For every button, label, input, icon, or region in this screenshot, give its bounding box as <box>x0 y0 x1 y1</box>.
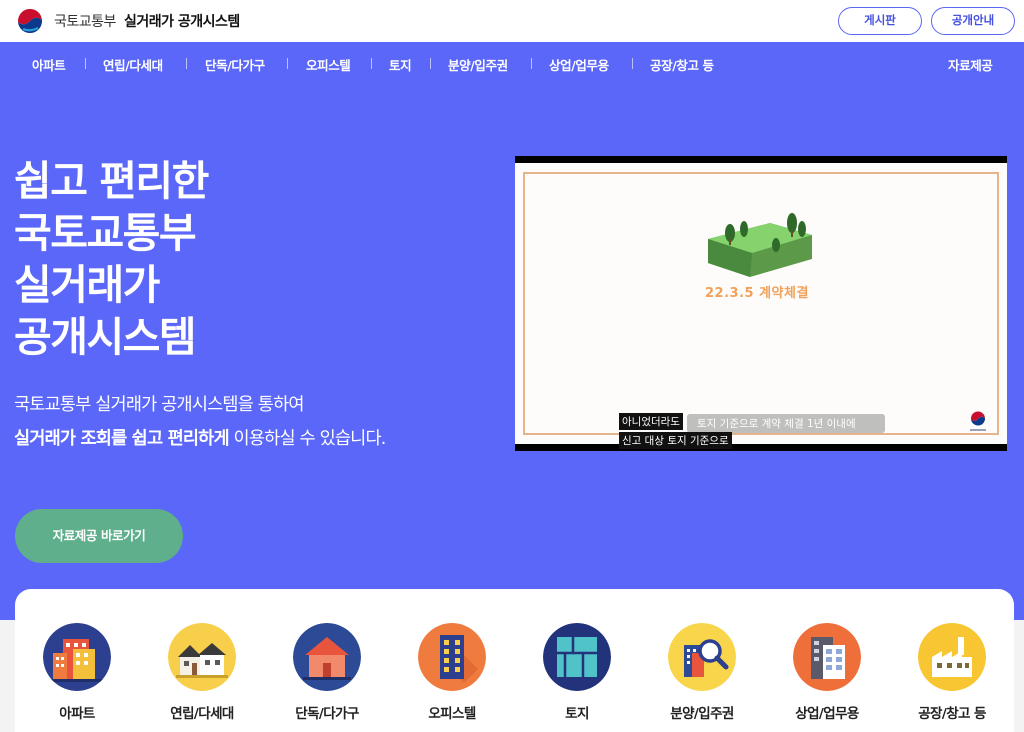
category-row-house[interactable]: 연립/다세대 <box>147 623 257 729</box>
category-label: 공장/창고 등 <box>918 706 986 722</box>
hero-desc-rest: 이용하실 수 있습니다. <box>228 429 387 449</box>
system-name[interactable]: 실거래가 공개시스템 <box>124 11 240 31</box>
hero-desc-line2: 실거래가 조회를 쉽고 편리하게 이용하실 수 있습니다. <box>14 422 386 456</box>
nav-separator <box>430 58 431 69</box>
detached-house-icon <box>293 623 361 691</box>
video-screen[interactable]: 22.3.5 계약체결 토지 기준으로 계약 체결 1년 이내에 아니었더라도 … <box>515 163 1007 449</box>
board-button[interactable]: 게시판 <box>838 7 922 35</box>
land-parcel-illustration <box>708 213 812 277</box>
category-apartment[interactable]: 아파트 <box>22 623 132 729</box>
presale-search-icon <box>668 623 736 691</box>
category-commercial[interactable]: 상업/업무용 <box>772 623 882 729</box>
category-label: 아파트 <box>59 706 95 722</box>
category-land[interactable]: 토지 <box>522 623 632 729</box>
caption-background-text: 토지 기준으로 계약 체결 1년 이내에 <box>697 418 856 430</box>
main-nav: 아파트 연립/다세대 단독/다가구 오피스텔 토지 분양/입주권 상업/업무용 … <box>0 42 1024 84</box>
nav-separator <box>287 58 288 69</box>
row-house-icon <box>168 623 236 691</box>
category-panel: 아파트 연립/다세대 단독/다가구 오피스텔 토지 분양/입주권 상업/업무용 … <box>15 589 1014 732</box>
hero-title-line: 실거래가 <box>14 261 160 309</box>
category-label: 오피스텔 <box>428 706 476 722</box>
category-label: 연립/다세대 <box>170 706 234 722</box>
hero-section: 아파트 연립/다세대 단독/다가구 오피스텔 토지 분양/입주권 상업/업무용 … <box>0 42 1024 620</box>
data-provision-shortcut-button[interactable]: 자료제공 바로가기 <box>15 509 183 563</box>
nav-item-apartment[interactable]: 아파트 <box>32 55 66 74</box>
notice-button[interactable]: 공개안내 <box>931 7 1015 35</box>
category-detached-house[interactable]: 단독/다가구 <box>272 623 382 729</box>
category-officetel[interactable]: 오피스텔 <box>397 623 507 729</box>
nav-separator <box>186 58 187 69</box>
nav-separator <box>632 58 633 69</box>
nav-item-data-provision[interactable]: 자료제공 <box>948 55 993 74</box>
hero-desc-line1: 국토교통부 실거래가 공개시스템을 통하여 <box>14 395 304 415</box>
nav-separator <box>371 58 372 69</box>
promo-video-player[interactable]: 22.3.5 계약체결 토지 기준으로 계약 체결 1년 이내에 아니었더라도 … <box>515 156 1007 451</box>
category-label: 상업/업무용 <box>795 706 859 722</box>
category-label: 토지 <box>565 706 589 722</box>
hero-description: 국토교통부 실거래가 공개시스템을 통하여 실거래가 조회를 쉽고 편리하게 이… <box>14 388 386 456</box>
officetel-icon <box>418 623 486 691</box>
category-factory[interactable]: 공장/창고 등 <box>897 623 1007 729</box>
category-label: 분양/입주권 <box>670 706 734 722</box>
caption-line-2: 신고 대상 토지 기준으로 <box>619 432 732 449</box>
commercial-building-icon <box>793 623 861 691</box>
nav-item-officetel[interactable]: 오피스텔 <box>306 55 351 74</box>
top-header: 국토교통부 실거래가 공개시스템 게시판 공개안내 <box>0 0 1024 42</box>
category-presale[interactable]: 분양/입주권 <box>647 623 757 729</box>
nav-item-commercial[interactable]: 상업/업무용 <box>549 55 609 74</box>
caption-line-1: 아니었더라도 <box>619 413 683 430</box>
category-label: 단독/다가구 <box>295 706 359 722</box>
land-icon <box>543 623 611 691</box>
nav-item-row-house[interactable]: 연립/다세대 <box>103 55 163 74</box>
nav-separator <box>531 58 532 69</box>
hero-desc-highlight: 실거래가 조회를 쉽고 편리하게 <box>14 429 230 449</box>
nav-item-detached-house[interactable]: 단독/다가구 <box>205 55 265 74</box>
factory-icon <box>918 623 986 691</box>
hero-title-line: 국토교통부 <box>14 209 197 257</box>
nav-separator <box>85 58 86 69</box>
nav-item-land[interactable]: 토지 <box>389 55 412 74</box>
hero-title-line: 쉽고 편리한 <box>14 157 209 205</box>
government-emblem-icon[interactable] <box>14 5 46 37</box>
ministry-name[interactable]: 국토교통부 <box>54 11 116 31</box>
nav-item-factory[interactable]: 공장/창고 등 <box>650 55 714 74</box>
video-date-text: 22.3.5 계약체결 <box>705 286 809 301</box>
apartment-icon <box>43 623 111 691</box>
nav-item-presale[interactable]: 분양/입주권 <box>448 55 508 74</box>
hero-title-line: 공개시스템 <box>14 313 197 361</box>
hero-title: 쉽고 편리한 국토교통부 실거래가 공개시스템 <box>14 155 209 363</box>
video-emblem-icon <box>970 411 986 431</box>
